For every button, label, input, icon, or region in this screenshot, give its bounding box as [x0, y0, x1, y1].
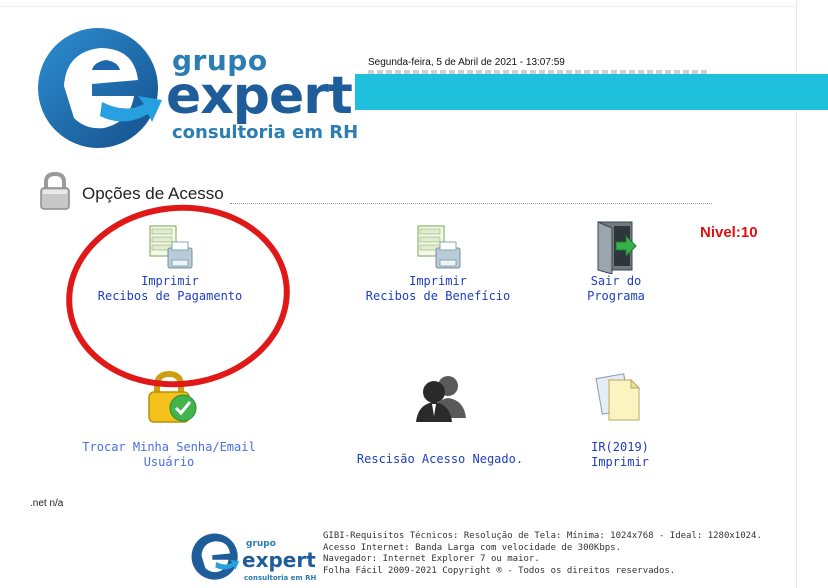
item-label: Imprimir: [591, 455, 649, 469]
nivel-badge: Nivel:10: [700, 224, 758, 241]
item-label: Rescisão Acesso Negado.: [356, 452, 524, 466]
users-icon: [416, 376, 466, 422]
item-label: Recibos de Benefício: [365, 289, 511, 303]
date-text: Segunda-feira, 5 de Abril de 2021 - 13:0…: [368, 57, 565, 68]
section-divider: [230, 203, 712, 204]
exit-program-link[interactable]: Sair do Programa: [556, 218, 676, 304]
section-title: Opções de Acesso: [82, 184, 224, 203]
logo-e-icon: [191, 533, 240, 580]
footer-line: Folha Fácil 2009-2021 Copyright ® - Todo…: [323, 565, 676, 576]
item-label: IR(2019): [591, 440, 649, 454]
logo-text: expert: [242, 548, 316, 572]
highlight-bar: [355, 74, 828, 110]
divider: [0, 6, 796, 7]
footer-line: Acesso Internet: Banda Larga com velocid…: [323, 542, 622, 553]
page: grupo expert consultoria em RH Segunda-f…: [0, 0, 828, 588]
logo-text: consultoria em RH: [172, 122, 359, 143]
item-label: Imprimir: [409, 274, 467, 288]
documents-icon: [595, 373, 641, 421]
ir-2019-print-link[interactable]: IR(2019) Imprimir: [560, 370, 680, 470]
exit-door-icon: [597, 221, 637, 274]
print-benefit-receipts-link[interactable]: Imprimir Recibos de Benefício: [348, 222, 528, 304]
item-label: Sair do: [590, 274, 642, 288]
item-label: Programa: [587, 289, 645, 303]
logo-text: consultoria em RH: [244, 574, 317, 582]
footer-line: GIBI-Requisitos Técnicos: Resolução de T…: [323, 531, 762, 541]
receipt-printer-icon: [417, 225, 461, 269]
lock-icon: [40, 171, 70, 210]
footer-info: GIBI-Requisitos Técnicos: Resolução de T…: [323, 531, 762, 577]
rescission-access-denied-link[interactable]: Rescisão Acesso Negado.: [340, 372, 540, 467]
status-text: .net n/a: [30, 498, 64, 509]
item-label: Trocar Minha Senha/Email: [82, 440, 256, 454]
logo-text: expert: [166, 66, 353, 126]
item-label: Usuário: [143, 455, 195, 469]
footer-line: Navegador: Internet Explorer 7 ou maior.: [323, 554, 540, 564]
